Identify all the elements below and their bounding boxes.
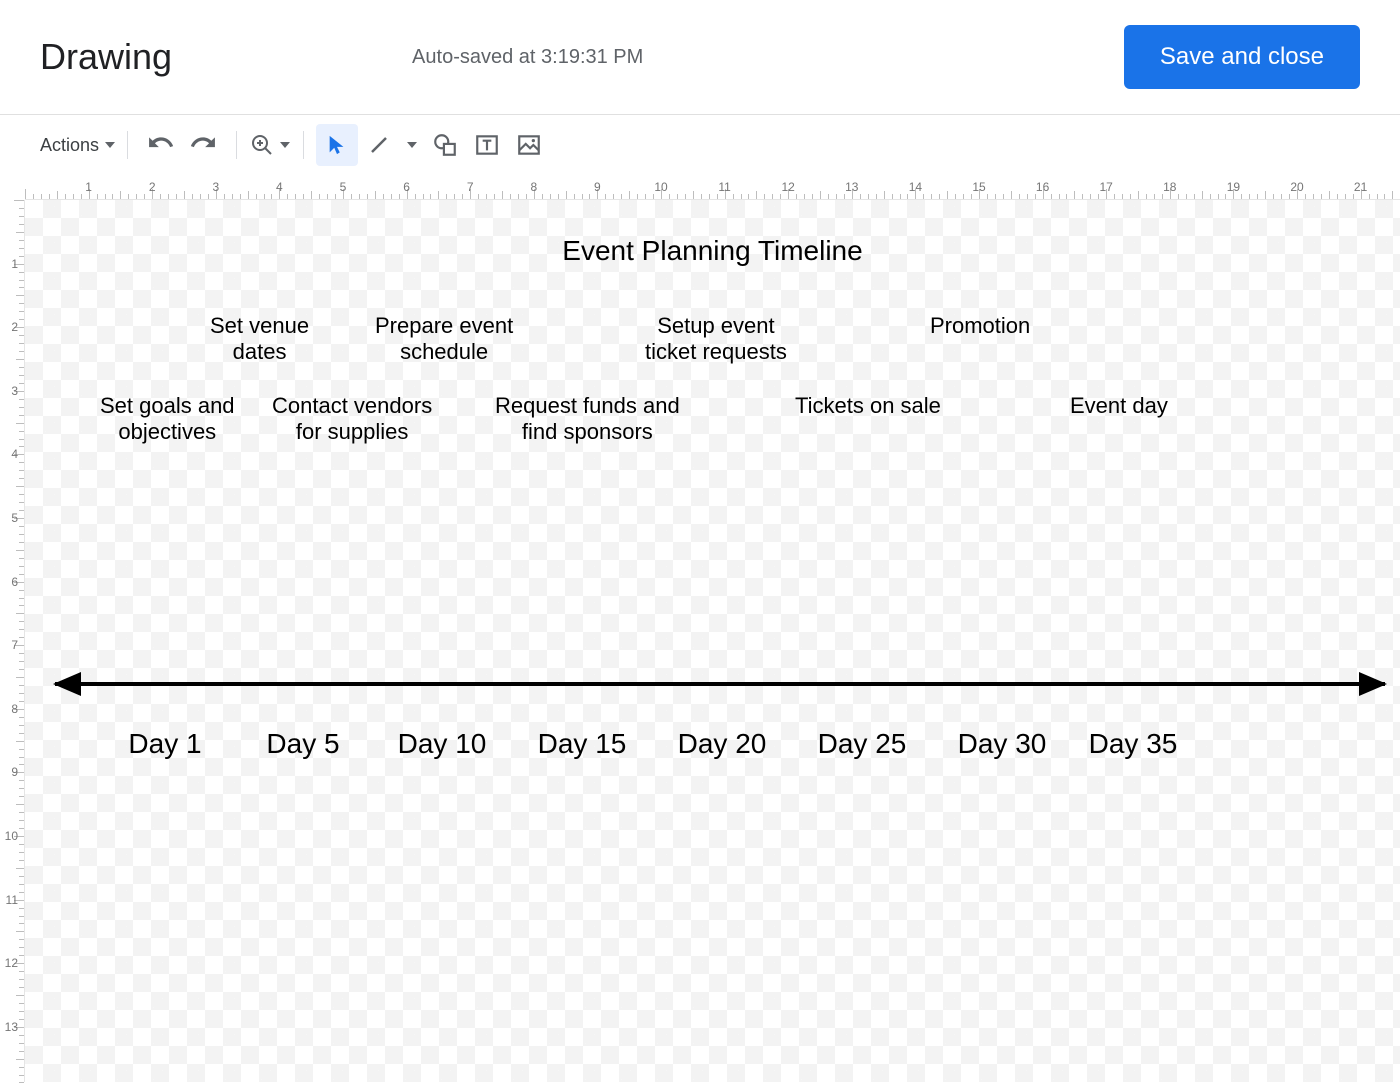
textbox-icon	[474, 132, 500, 158]
task-text: Event day	[1070, 393, 1168, 418]
dialog-title: Drawing	[40, 36, 172, 78]
task-text: Promotion	[930, 313, 1030, 338]
day-label[interactable]: Day 30	[958, 728, 1047, 760]
caret-down-icon	[407, 142, 417, 148]
task-promotion[interactable]: Promotion	[930, 313, 1030, 339]
undo-button[interactable]	[140, 124, 182, 166]
vertical-ruler[interactable]: 12345678910111213	[0, 200, 25, 1082]
actions-label: Actions	[40, 135, 103, 156]
separator	[303, 131, 304, 159]
task-text: find sponsors	[522, 419, 653, 444]
day-label[interactable]: Day 15	[538, 728, 627, 760]
separator	[127, 131, 128, 159]
task-request-funds[interactable]: Request funds and find sponsors	[495, 393, 680, 446]
line-tool-dropdown[interactable]	[400, 124, 424, 166]
day-label[interactable]: Day 20	[678, 728, 767, 760]
task-text: ticket requests	[645, 339, 787, 364]
workspace: 12345678910111213 Event Planning Timelin…	[0, 200, 1400, 1082]
task-contact-vendors[interactable]: Contact vendors for supplies	[272, 393, 432, 446]
task-text: Prepare event	[375, 313, 513, 338]
task-set-goals[interactable]: Set goals and objectives	[100, 393, 235, 446]
task-text: Set goals and	[100, 393, 235, 418]
dialog-header: Drawing Auto-saved at 3:19:31 PM Save an…	[0, 0, 1400, 114]
shape-tool-button[interactable]	[424, 124, 466, 166]
task-tickets-on-sale[interactable]: Tickets on sale	[795, 393, 941, 419]
caret-down-icon	[280, 142, 290, 148]
image-icon	[516, 132, 542, 158]
day-label[interactable]: Day 25	[818, 728, 907, 760]
line-icon	[367, 133, 391, 157]
shape-icon	[432, 132, 458, 158]
toolbar: Actions	[0, 115, 1400, 175]
day-label[interactable]: Day 10	[398, 728, 487, 760]
task-text: Set venue	[210, 313, 309, 338]
main-area: 123456789101112131415161718192021 123456…	[0, 175, 1400, 1082]
textbox-tool-button[interactable]	[466, 124, 508, 166]
arrow-line	[55, 682, 1385, 686]
save-and-close-button[interactable]: Save and close	[1124, 25, 1360, 89]
caret-down-icon	[105, 142, 115, 148]
task-text: Setup event	[657, 313, 774, 338]
line-tool-button[interactable]	[358, 124, 400, 166]
zoom-button[interactable]	[249, 124, 291, 166]
day-label[interactable]: Day 35	[1089, 728, 1178, 760]
task-setup-ticket-requests[interactable]: Setup event ticket requests	[645, 313, 787, 366]
arrow-right-head-icon	[1359, 672, 1387, 696]
cursor-icon	[326, 134, 348, 156]
canvas-title[interactable]: Event Planning Timeline	[562, 235, 862, 267]
task-event-day[interactable]: Event day	[1070, 393, 1168, 419]
redo-button[interactable]	[182, 124, 224, 166]
zoom-icon	[250, 133, 274, 157]
day-label[interactable]: Day 1	[128, 728, 201, 760]
actions-menu-button[interactable]: Actions	[40, 124, 115, 166]
select-tool-button[interactable]	[316, 124, 358, 166]
drawing-canvas[interactable]: Event Planning Timeline Set venue dates …	[25, 200, 1400, 1082]
undo-icon	[148, 132, 174, 158]
task-text: Contact vendors	[272, 393, 432, 418]
separator	[236, 131, 237, 159]
task-text: Request funds and	[495, 393, 680, 418]
task-text: Tickets on sale	[795, 393, 941, 418]
image-tool-button[interactable]	[508, 124, 550, 166]
task-prepare-schedule[interactable]: Prepare event schedule	[375, 313, 513, 366]
day-label[interactable]: Day 5	[266, 728, 339, 760]
task-text: objectives	[118, 419, 216, 444]
horizontal-ruler[interactable]: 123456789101112131415161718192021	[25, 175, 1400, 200]
autosave-status: Auto-saved at 3:19:31 PM	[412, 46, 643, 69]
task-text: dates	[233, 339, 287, 364]
task-set-venue-dates[interactable]: Set venue dates	[210, 313, 309, 366]
task-text: for supplies	[296, 419, 409, 444]
redo-icon	[190, 132, 216, 158]
task-text: schedule	[400, 339, 488, 364]
